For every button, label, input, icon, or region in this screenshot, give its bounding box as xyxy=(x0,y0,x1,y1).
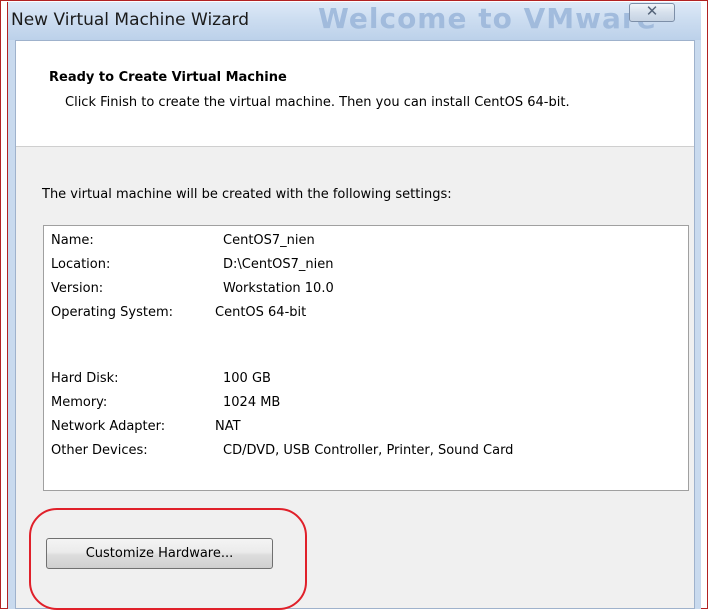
setting-row-memory: Memory: 1024 MB xyxy=(44,391,684,415)
setting-label: Network Adapter: xyxy=(51,419,166,434)
setting-row-operating-system: Operating System: CentOS 64-bit xyxy=(44,301,684,325)
title-bar: Welcome to VMware New Virtual Machine Wi… xyxy=(8,2,701,40)
setting-value: D:\CentOS7_nien xyxy=(223,257,334,272)
setting-label: Name: xyxy=(51,233,94,248)
close-icon: ✕ xyxy=(645,2,659,20)
settings-intro-text: The virtual machine will be created with… xyxy=(42,187,452,202)
setting-value: Workstation 10.0 xyxy=(223,281,334,296)
dialog-client-area: Ready to Create Virtual Machine Click Fi… xyxy=(15,40,695,610)
close-button[interactable]: ✕ xyxy=(629,2,675,22)
setting-value: NAT xyxy=(215,419,241,434)
setting-row-network-adapter: Network Adapter: NAT xyxy=(44,415,684,439)
setting-row-location: Location: D:\CentOS7_nien xyxy=(44,253,684,277)
background-window-title: Welcome to VMware xyxy=(318,2,657,35)
screenshot-frame: Welcome to VMware New Virtual Machine Wi… xyxy=(0,0,708,610)
setting-label: Hard Disk: xyxy=(51,371,119,386)
setting-label: Version: xyxy=(51,281,104,296)
setting-row-version: Version: Workstation 10.0 xyxy=(44,277,684,301)
setting-row-hard-disk: Hard Disk: 100 GB xyxy=(44,367,684,391)
setting-label: Location: xyxy=(51,257,111,272)
setting-label: Other Devices: xyxy=(51,443,148,458)
setting-row-name: Name: CentOS7_nien xyxy=(44,229,684,253)
wizard-window: Welcome to VMware New Virtual Machine Wi… xyxy=(8,2,701,610)
wizard-header: Ready to Create Virtual Machine Click Fi… xyxy=(16,41,694,147)
page-title: Ready to Create Virtual Machine xyxy=(49,70,287,85)
setting-value: CentOS7_nien xyxy=(223,233,315,248)
window-title: New Virtual Machine Wizard xyxy=(11,10,249,30)
setting-value: CentOS 64-bit xyxy=(215,305,307,320)
page-description: Click Finish to create the virtual machi… xyxy=(65,95,570,110)
annotation-highlight-ring xyxy=(29,508,307,610)
setting-value: 100 GB xyxy=(223,371,271,386)
setting-label: Operating System: xyxy=(51,305,173,320)
setting-value: CD/DVD, USB Controller, Printer, Sound C… xyxy=(223,443,514,458)
settings-summary-box: Name: CentOS7_nien Location: D:\CentOS7_… xyxy=(43,225,689,491)
setting-value: 1024 MB xyxy=(223,395,281,410)
setting-row-other-devices: Other Devices: CD/DVD, USB Controller, P… xyxy=(44,439,684,463)
setting-label: Memory: xyxy=(51,395,108,410)
